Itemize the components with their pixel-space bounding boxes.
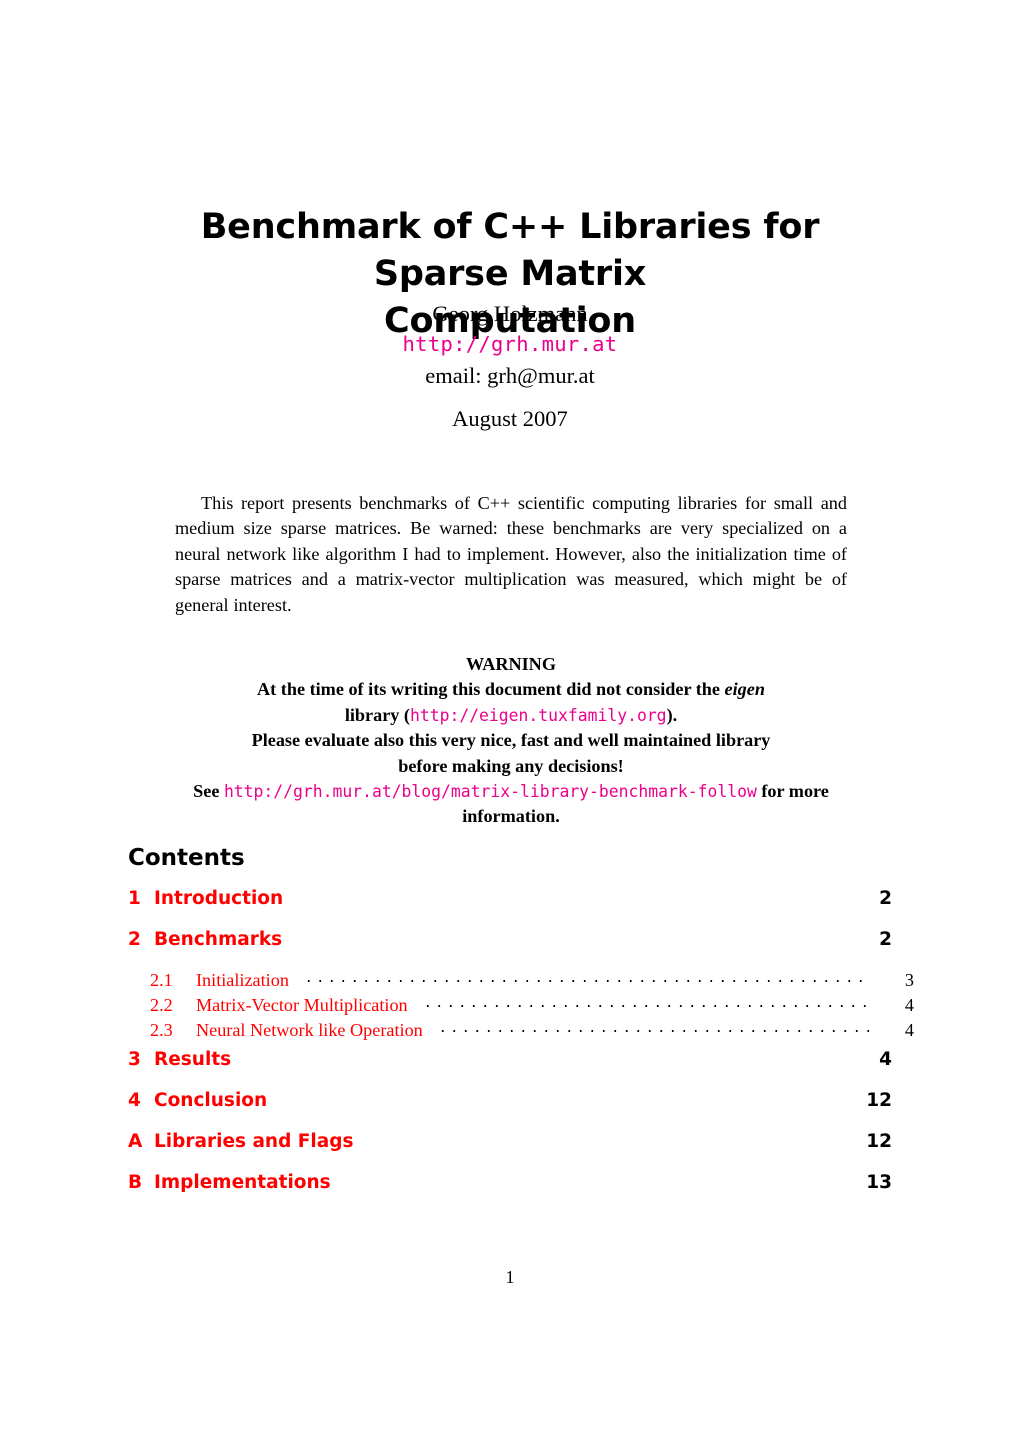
- toc-leader-dots: [436, 1020, 870, 1036]
- toc-entry-page: 4: [904, 1020, 914, 1040]
- toc-entry-number: 4: [128, 1090, 141, 1111]
- toc-entry-label: Initialization: [196, 970, 289, 990]
- toc-entry-conclusion[interactable]: 4 Conclusion 12: [128, 1090, 892, 1111]
- warning-line-2-prefix: library (: [344, 704, 410, 725]
- warning-block: WARNING At the time of its writing this …: [175, 652, 847, 830]
- toc-leader-dots: [302, 970, 870, 986]
- toc-entry-label: Matrix-Vector Multiplication: [196, 995, 408, 1015]
- toc-entry-page: 3: [904, 970, 914, 990]
- toc-entry-page: 2: [879, 929, 892, 950]
- warning-line-2-suffix: ).: [666, 704, 678, 725]
- toc-entry-page: 13: [866, 1172, 892, 1193]
- toc-entry-page: 12: [866, 1090, 892, 1111]
- table-of-contents: 1 Introduction 2 2 Benchmarks 2 2.1 Initializat…: [128, 888, 914, 1213]
- toc-entry-introduction[interactable]: 1 Introduction 2: [128, 888, 892, 909]
- warning-line-3: Please evaluate also this very nice, fas…: [251, 730, 771, 751]
- warning-eigen-emphasis: eigen: [724, 679, 765, 700]
- warning-line-1-text: At the time of its writing this document…: [257, 679, 725, 700]
- toc-leader-dots: [421, 995, 870, 1011]
- toc-entry-page: 2: [879, 888, 892, 909]
- toc-entry-benchmarks[interactable]: 2 Benchmarks 2: [128, 929, 892, 950]
- warning-line-5-suffix: for more: [756, 781, 829, 802]
- toc-entry-label: Conclusion: [154, 1090, 268, 1111]
- author-email: email: grh@mur.at: [425, 363, 595, 388]
- page-number: 1: [505, 1267, 515, 1287]
- author-name: Georg Holzmann: [432, 301, 588, 326]
- toc-entry-page: 4: [904, 995, 914, 1015]
- warning-line-5: See http://grh.mur.at/blog/matrix-librar…: [175, 779, 847, 804]
- toc-entry-number: 2.3: [150, 1020, 173, 1040]
- toc-entry-results[interactable]: 3 Results 4: [128, 1049, 892, 1070]
- warning-line-4: before making any decisions!: [398, 755, 624, 776]
- toc-entry-label: Implementations: [154, 1172, 331, 1193]
- toc-entry-implementations[interactable]: B Implementations 13: [128, 1172, 892, 1193]
- toc-entry-number: B: [128, 1172, 143, 1193]
- toc-entry-libraries-and-flags[interactable]: A Libraries and Flags 12: [128, 1131, 892, 1152]
- toc-entry-label: Neural Network like Operation: [196, 1020, 423, 1040]
- blog-followup-link[interactable]: http://grh.mur.at/blog/matrix-library-be…: [224, 782, 757, 801]
- toc-entry-number: 1: [128, 888, 141, 909]
- warning-line-6: information.: [462, 806, 560, 827]
- document-date: August 2007: [452, 406, 568, 431]
- warning-line-5-prefix: See: [193, 781, 224, 802]
- toc-entry-label: Introduction: [154, 888, 284, 909]
- warning-heading: WARNING: [466, 654, 556, 674]
- author-block: Georg Holzmann http://grh.mur.at email: …: [128, 298, 892, 391]
- title-line-1: Benchmark of C++ Libraries for Sparse Ma…: [200, 207, 820, 295]
- toc-entry-number: 3: [128, 1049, 141, 1070]
- warning-line-1: At the time of its writing this document…: [175, 677, 847, 702]
- warning-line-2: library (http://eigen.tuxfamily.org).: [175, 703, 847, 728]
- toc-entry-neural-network-like-operation[interactable]: 2.3 Neural Network like Operation 4: [128, 1020, 914, 1041]
- toc-entry-initialization[interactable]: 2.1 Initialization 3: [128, 970, 914, 991]
- document-page: Benchmark of C++ Libraries for Sparse Ma…: [0, 0, 1020, 1442]
- toc-entry-label: Libraries and Flags: [154, 1131, 354, 1152]
- eigen-library-link[interactable]: http://eigen.tuxfamily.org: [410, 706, 667, 725]
- toc-entry-number: 2: [128, 929, 141, 950]
- toc-entry-label: Benchmarks: [154, 929, 283, 950]
- abstract-text: This report presents benchmarks of C++ s…: [175, 493, 847, 615]
- toc-entry-label: Results: [154, 1049, 232, 1070]
- toc-entry-page: 4: [879, 1049, 892, 1070]
- toc-entry-page: 12: [866, 1131, 892, 1152]
- toc-entry-number: A: [128, 1131, 143, 1152]
- contents-heading: Contents: [128, 845, 245, 871]
- author-homepage-link[interactable]: http://grh.mur.at: [128, 329, 892, 360]
- toc-entry-number: 2.1: [150, 970, 173, 990]
- toc-entry-number: 2.2: [150, 995, 173, 1015]
- toc-entry-matrix-vector-multiplication[interactable]: 2.2 Matrix-Vector Multiplication 4: [128, 995, 914, 1016]
